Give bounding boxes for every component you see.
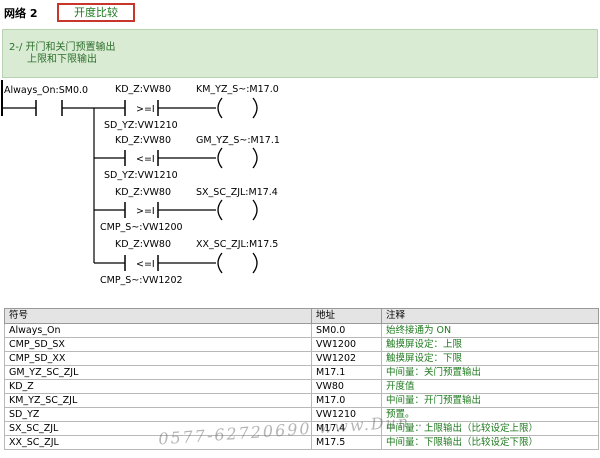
- rung-4-in1: KD_Z:VW80: [115, 239, 171, 250]
- rung-2-coil: GM_YZ_S~:M17.1: [196, 135, 280, 146]
- address-cell: SM0.0: [311, 323, 382, 338]
- table-row[interactable]: Always_On SM0.0 始终接通为 ON: [4, 323, 599, 338]
- comment-cell: 中间量：关门预置输出: [381, 365, 599, 380]
- compare-rung-4[interactable]: KD_Z:VW80 <=I CMP_S~:VW1202 XX_SC_ZJL:M1…: [94, 239, 278, 286]
- network-label: 网络 2: [4, 7, 38, 20]
- col-header-symbol[interactable]: 符号: [4, 308, 312, 324]
- comment-cell: 触摸屏设定：下限: [381, 351, 599, 366]
- compare-rung-3[interactable]: KD_Z:VW80 >=I CMP_S~:VW1200 SX_SC_ZJL:M1…: [94, 187, 278, 233]
- symbol-cell: SD_YZ: [4, 407, 312, 422]
- table-row[interactable]: KD_Z VW80 开度值: [4, 379, 599, 394]
- address-cell: M17.1: [311, 365, 382, 380]
- symbol-cell: CMP_SD_SX: [4, 337, 312, 352]
- address-cell: VW80: [311, 379, 382, 394]
- address-cell: M17.0: [311, 393, 382, 408]
- table-row[interactable]: XX_SC_ZJL M17.5 中间量：下限输出（比较设定下限）: [4, 435, 599, 450]
- power-contact-label: Always_On:SM0.0: [4, 85, 88, 96]
- network-header: 网络 2 开度比较: [0, 0, 600, 24]
- rung-3-in2: CMP_S~:VW1200: [100, 222, 183, 233]
- rung-1-op: >=I: [136, 104, 155, 115]
- rung-4-coil: XX_SC_ZJL:M17.5: [196, 239, 278, 250]
- table-row[interactable]: GM_YZ_SC_ZJL M17.1 中间量：关门预置输出: [4, 365, 599, 380]
- table-row[interactable]: KM_YZ_SC_ZJL M17.0 中间量：开门预置输出: [4, 393, 599, 408]
- symbol-table-header: 符号 地址 注释: [4, 308, 599, 324]
- rung-4-op: <=I: [136, 259, 155, 270]
- table-row[interactable]: SD_YZ VW1210 预置。: [4, 407, 599, 422]
- comment-cell: 始终接通为 ON: [381, 323, 599, 338]
- symbol-cell: SX_SC_ZJL: [4, 421, 312, 436]
- symbol-cell: KD_Z: [4, 379, 312, 394]
- compare-rung-1[interactable]: KD_Z:VW80 >=I SD_YZ:VW1210 KM_YZ_S~:M17.…: [104, 84, 279, 131]
- rung-3-op: >=I: [136, 206, 155, 217]
- compare-rung-2[interactable]: KD_Z:VW80 <=I SD_YZ:VW1210 GM_YZ_S~:M17.…: [94, 135, 280, 181]
- address-cell: VW1202: [311, 351, 382, 366]
- network-comment[interactable]: 2-/ 开门和关门预置输出 上限和下限输出: [2, 29, 598, 78]
- rung-1-in1: KD_Z:VW80: [115, 84, 171, 95]
- comment-cell: 开度值: [381, 379, 599, 394]
- rung-3-in1: KD_Z:VW80: [115, 187, 171, 198]
- symbol-cell: XX_SC_ZJL: [4, 435, 312, 450]
- table-row[interactable]: SX_SC_ZJL M17.4 中间量：上限输出（比较设定上限）: [4, 421, 599, 436]
- comment-cell: 中间量：上限输出（比较设定上限）: [381, 421, 599, 436]
- table-row[interactable]: CMP_SD_SX VW1200 触摸屏设定：上限: [4, 337, 599, 352]
- rung-2-op: <=I: [136, 154, 155, 165]
- symbol-cell: CMP_SD_XX: [4, 351, 312, 366]
- rung-4-in2: CMP_S~:VW1202: [100, 275, 183, 286]
- rung-3-coil: SX_SC_ZJL:M17.4: [196, 187, 278, 198]
- comment-cell: 预置。: [381, 407, 599, 422]
- address-cell: M17.4: [311, 421, 382, 436]
- rung-1-coil: KM_YZ_S~:M17.0: [196, 84, 279, 95]
- network-name-field[interactable]: 开度比较: [57, 3, 135, 22]
- address-cell: VW1210: [311, 407, 382, 422]
- symbol-cell: Always_On: [4, 323, 312, 338]
- address-cell: M17.5: [311, 435, 382, 450]
- rung-2-in2: SD_YZ:VW1210: [104, 170, 178, 181]
- address-cell: VW1200: [311, 337, 382, 352]
- symbol-table: 符号 地址 注释 Always_On SM0.0 始终接通为 ON CMP_SD_S…: [4, 308, 599, 450]
- comment-cell: 中间量：开门预置输出: [381, 393, 599, 408]
- rung-1-in2: SD_YZ:VW1210: [104, 120, 178, 131]
- table-row[interactable]: CMP_SD_XX VW1202 触摸屏设定：下限: [4, 351, 599, 366]
- comment-cell: 触摸屏设定：上限: [381, 337, 599, 352]
- symbol-cell: KM_YZ_SC_ZJL: [4, 393, 312, 408]
- symbol-cell: GM_YZ_SC_ZJL: [4, 365, 312, 380]
- comment-cell: 中间量：下限输出（比较设定下限）: [381, 435, 599, 450]
- network-comment-line-2: 上限和下限输出: [27, 54, 97, 65]
- col-header-comment[interactable]: 注释: [381, 308, 599, 324]
- ladder-diagram[interactable]: Always_On:SM0.0 KD_Z:VW80 >=I SD_YZ:VW12…: [0, 80, 600, 300]
- rung-2-in1: KD_Z:VW80: [115, 135, 171, 146]
- col-header-address[interactable]: 地址: [311, 308, 382, 324]
